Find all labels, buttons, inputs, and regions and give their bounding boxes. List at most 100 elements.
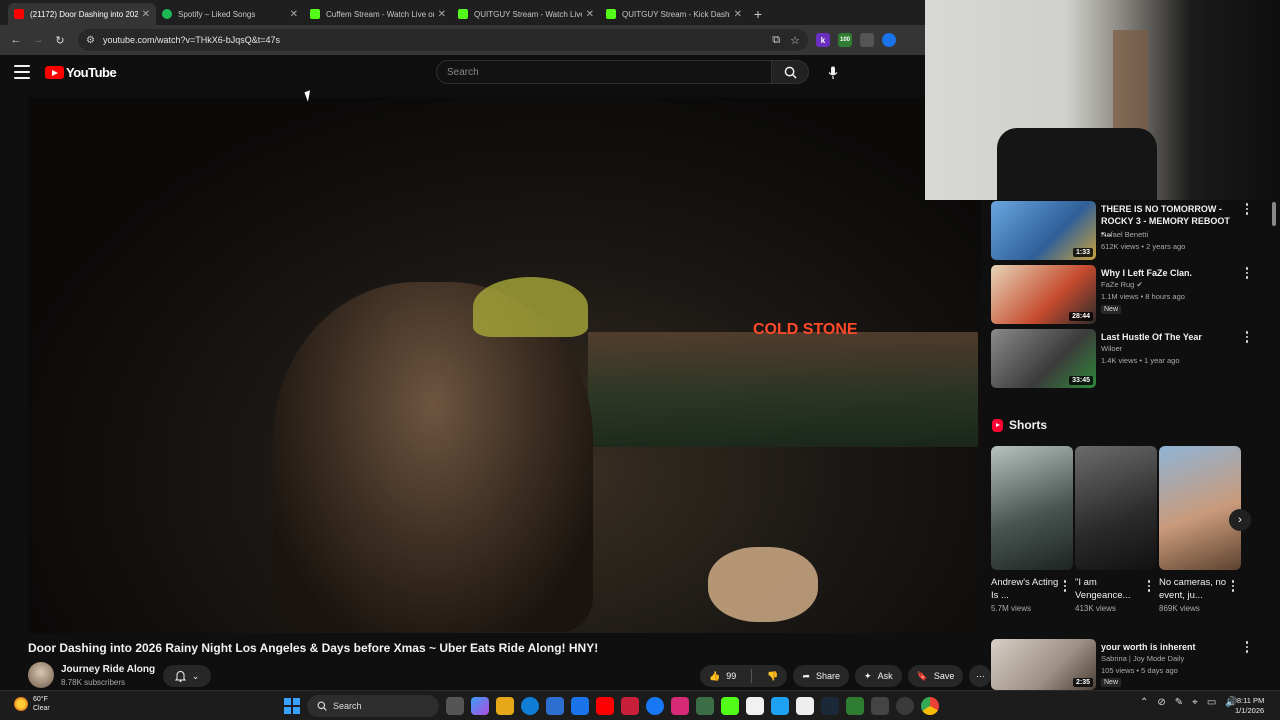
youtube-play-icon xyxy=(45,66,64,79)
tiktok-icon[interactable] xyxy=(796,697,814,715)
shorts-next-button[interactable]: › xyxy=(1229,509,1251,531)
ask-button[interactable]: ✦ Ask xyxy=(855,665,902,687)
new-badge: New xyxy=(1101,678,1122,687)
browser-tab[interactable]: (21172) Door Dashing into 2026 ✕ xyxy=(8,3,156,25)
bookmark-star-icon[interactable]: ☆ xyxy=(790,34,800,47)
close-tab-icon[interactable]: ✕ xyxy=(142,9,150,20)
sidebar-scrollbar[interactable] xyxy=(1272,200,1278,688)
taskbar-search-label: Search xyxy=(333,701,362,711)
browser-tab[interactable]: QUITGUY Stream - Watch Live ✕ xyxy=(452,3,600,25)
video-player[interactable]: COLD STONE xyxy=(28,97,981,633)
chrome-icon[interactable] xyxy=(921,697,939,715)
location-icon[interactable]: ⌖ xyxy=(1192,697,1198,708)
more-options-icon[interactable] xyxy=(1147,580,1151,592)
new-tab-button[interactable]: + xyxy=(748,3,768,25)
forward-button[interactable]: → xyxy=(28,30,48,50)
video-thumbnail[interactable]: 2:35 xyxy=(991,639,1096,690)
windows-taskbar: 60°F Clear Search ⌃ ⊘ ✎ ⌖ ▭ 🔊 8:11 PM 1/… xyxy=(0,690,1280,720)
amazon-icon[interactable] xyxy=(746,697,764,715)
youtube-app-icon[interactable] xyxy=(596,697,614,715)
notification-bell-button[interactable]: ⌄ xyxy=(163,665,211,687)
video-actions: 👍 99 👎 ➦ Share ✦ Ask 🔖 Save ⋯ xyxy=(700,665,992,687)
start-button-icon[interactable] xyxy=(284,698,300,714)
close-tab-icon[interactable]: ✕ xyxy=(290,9,298,20)
recommended-video[interactable]: 33:45 Last Hustle Of The Year Wiloer 1.4… xyxy=(991,329,1271,389)
webcam-shelf xyxy=(1113,30,1148,130)
short-thumbnail[interactable] xyxy=(1075,446,1157,570)
site-info-icon[interactable]: ⚙ xyxy=(86,35,95,46)
browser-tab[interactable]: Spotify – Liked Songs ✕ xyxy=(156,3,304,25)
youtube-logo[interactable]: YouTube xyxy=(45,65,117,80)
recommended-video[interactable]: 1:33 THERE IS NO TOMORROW - ROCKY 3 - ME… xyxy=(991,201,1271,261)
task-view-icon[interactable] xyxy=(446,697,464,715)
close-tab-icon[interactable]: ✕ xyxy=(734,9,742,20)
store-icon[interactable] xyxy=(546,697,564,715)
chevron-up-icon[interactable]: ⌃ xyxy=(1140,697,1148,708)
menu-icon[interactable] xyxy=(14,65,30,79)
short-item[interactable]: "I am Vengeance... 413K views xyxy=(1075,446,1157,613)
netflix-icon[interactable] xyxy=(621,697,639,715)
taskbar-search[interactable]: Search xyxy=(307,695,439,717)
reload-button[interactable]: ↻ xyxy=(50,30,70,50)
short-thumbnail[interactable] xyxy=(1159,446,1241,570)
edge-icon[interactable] xyxy=(521,697,539,715)
epic-games-icon[interactable] xyxy=(871,697,889,715)
more-options-icon[interactable] xyxy=(1231,580,1235,592)
video-thumbnail[interactable]: 28:44 xyxy=(991,265,1096,324)
extension-icon[interactable] xyxy=(860,33,874,47)
recommended-video[interactable]: 28:44 Why I Left FaZe Clan. FaZe Rug ✔ 1… xyxy=(991,265,1271,325)
youtube-header: YouTube Search xyxy=(0,55,925,91)
settings-icon[interactable] xyxy=(896,697,914,715)
more-options-icon[interactable] xyxy=(1245,641,1249,653)
short-item[interactable]: No cameras, no event, ju... 869K views xyxy=(1159,446,1241,613)
short-thumbnail[interactable] xyxy=(991,446,1073,570)
like-button[interactable]: 👍 99 xyxy=(700,665,745,687)
kick-favicon-icon xyxy=(310,9,320,19)
weather-widget[interactable]: 60°F Clear xyxy=(14,695,50,713)
pen-icon[interactable]: ✎ xyxy=(1175,697,1183,708)
steam-icon[interactable] xyxy=(821,697,839,715)
extension-icon[interactable]: 100 xyxy=(838,33,852,47)
app-icon[interactable] xyxy=(846,697,864,715)
scrollbar-thumb[interactable] xyxy=(1272,202,1276,226)
short-item[interactable]: Andrew's Acting Is ... 5.7M views xyxy=(991,446,1073,613)
video-thumbnail[interactable]: 1:33 xyxy=(991,201,1096,260)
instagram-icon[interactable] xyxy=(671,697,689,715)
share-button[interactable]: ➦ Share xyxy=(793,665,850,687)
channel-avatar[interactable] xyxy=(28,662,54,688)
app-icon[interactable] xyxy=(771,697,789,715)
recommended-meta: 1.1M views • 8 hours ago xyxy=(1101,292,1185,301)
install-app-icon[interactable]: ⧉ xyxy=(772,34,780,47)
extension-icon[interactable] xyxy=(882,33,896,47)
extension-icon[interactable]: k xyxy=(816,33,830,47)
close-tab-icon[interactable]: ✕ xyxy=(438,9,446,20)
search-placeholder: Search xyxy=(447,66,479,78)
display-icon[interactable]: ▭ xyxy=(1207,697,1216,708)
back-button[interactable]: ← xyxy=(6,30,26,50)
app-icon[interactable] xyxy=(696,697,714,715)
taskbar-clock[interactable]: 8:11 PM 1/1/2026 xyxy=(1235,696,1264,716)
kick-favicon-icon xyxy=(458,9,468,19)
search-button[interactable] xyxy=(771,60,809,84)
browser-tab[interactable]: Cuffem Stream - Watch Live on ✕ xyxy=(304,3,452,25)
url-bar[interactable]: ⚙ youtube.com/watch?v=THkX6-bJqsQ&t=47s … xyxy=(78,29,808,51)
mail-icon[interactable] xyxy=(571,697,589,715)
voice-search-button[interactable] xyxy=(822,63,844,83)
search-input[interactable]: Search xyxy=(436,60,772,84)
microphone-icon xyxy=(828,66,838,79)
more-options-icon[interactable] xyxy=(1245,331,1249,343)
close-tab-icon[interactable]: ✕ xyxy=(586,9,594,20)
more-options-icon[interactable] xyxy=(1245,203,1249,215)
facebook-icon[interactable] xyxy=(646,697,664,715)
app-icon[interactable] xyxy=(721,697,739,715)
more-options-icon[interactable] xyxy=(1245,267,1249,279)
dislike-button[interactable]: 👎 xyxy=(758,665,787,687)
more-options-icon[interactable] xyxy=(1063,580,1067,592)
video-thumbnail[interactable]: 33:45 xyxy=(991,329,1096,388)
save-button[interactable]: 🔖 Save xyxy=(907,665,964,687)
channel-name[interactable]: Journey Ride Along xyxy=(61,664,155,675)
browser-tab[interactable]: QUITGUY Stream - Kick Dashbo ✕ xyxy=(600,3,748,25)
copilot-icon[interactable] xyxy=(471,697,489,715)
network-icon[interactable]: ⊘ xyxy=(1157,697,1165,708)
file-explorer-icon[interactable] xyxy=(496,697,514,715)
